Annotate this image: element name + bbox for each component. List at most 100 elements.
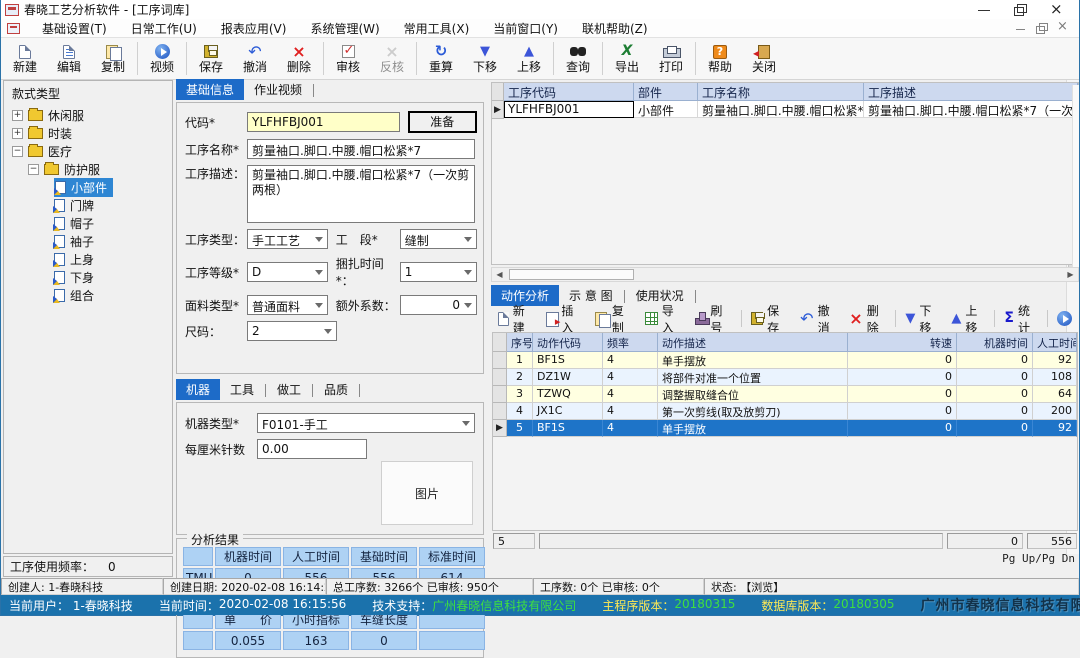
menu-current-window[interactable]: 当前窗口(Y): [481, 18, 570, 39]
mdi-restore-icon[interactable]: [1035, 23, 1048, 34]
menu-basic-settings[interactable]: 基础设置(T): [30, 18, 119, 39]
fabric-type-label: 面料类型*: [185, 297, 247, 314]
new-button[interactable]: 新建: [3, 39, 47, 78]
tree-item-small-parts[interactable]: 小部件: [8, 178, 172, 196]
action-play-button[interactable]: [1052, 309, 1077, 328]
tab-machine[interactable]: 机器: [176, 379, 220, 400]
print-icon: [663, 43, 679, 60]
tree-item-doorplate[interactable]: 门牌: [8, 196, 172, 214]
restore-icon[interactable]: [1013, 4, 1027, 16]
mdi-close-icon[interactable]: [1056, 23, 1069, 34]
undo-button[interactable]: ↶撤消: [233, 39, 277, 78]
menu-reports[interactable]: 报表应用(V): [209, 18, 299, 39]
mdi-child-icon: [7, 23, 20, 34]
process-name-field[interactable]: 剪量袖口.脚口.中腰.帽口松紧*7: [247, 139, 475, 159]
hscroll-thumb[interactable]: [509, 269, 634, 280]
menu-help[interactable]: 联机帮助(Z): [570, 18, 660, 39]
action-row-selected[interactable]: ▶ 5BF1S4单手摆放0092: [493, 420, 1077, 437]
tech-support: 技术支持：广州春晓信息科技有限公司: [372, 597, 576, 614]
tree-item-hat[interactable]: 帽子: [8, 214, 172, 232]
col-part[interactable]: 部件: [634, 83, 698, 101]
toolbar-separator: [553, 42, 554, 75]
fabric-type-select[interactable]: 普通面料: [247, 295, 328, 315]
tab-quality[interactable]: 品质: [314, 379, 358, 400]
help-button[interactable]: ?帮助: [698, 39, 742, 78]
audit-button[interactable]: 审核: [326, 39, 370, 78]
stage-select[interactable]: 缝制: [400, 229, 477, 249]
edit-button[interactable]: 编辑: [47, 39, 91, 78]
process-desc-field[interactable]: 剪量袖口.脚口.中腰.帽口松紧*7（一次剪两根）: [247, 165, 475, 223]
action-row[interactable]: 3TZWQ4调整握取缝合位0064: [493, 386, 1077, 403]
tab-work-video[interactable]: 作业视频: [244, 79, 312, 100]
col-process-code[interactable]: 工序代码: [504, 83, 634, 101]
move-up-icon: ▲: [524, 43, 534, 60]
code-field[interactable]: YLFHFBJ001: [247, 112, 400, 132]
tree-item-lower-body[interactable]: 下身: [8, 268, 172, 286]
move-up-button[interactable]: ▲上移: [507, 39, 551, 78]
usage-frequency-label: 工序使用频率：: [10, 558, 94, 575]
video-button[interactable]: 视频: [140, 39, 184, 78]
process-type-select[interactable]: 手工工艺: [247, 229, 328, 249]
detail-tabs: 基础信息 作业视频: [176, 80, 488, 100]
window-title: 春晓工艺分析软件 - [工序词库]: [24, 1, 189, 18]
expand-icon[interactable]: [12, 110, 23, 121]
grade-select[interactable]: D: [247, 262, 328, 282]
tree-item-fashion[interactable]: 时装: [8, 124, 172, 142]
delete-button[interactable]: ×删除: [277, 39, 321, 78]
expand-icon[interactable]: [12, 128, 23, 139]
mdi-minimize-icon[interactable]: [1014, 23, 1027, 34]
menu-daily-work[interactable]: 日常工作(U): [119, 18, 209, 39]
tree-item-casual[interactable]: 休闲服: [8, 106, 172, 124]
bundle-time-select[interactable]: 1: [400, 262, 477, 282]
tree-item-protective[interactable]: 防护服: [8, 160, 172, 178]
collapse-icon[interactable]: [12, 146, 23, 157]
tab-tools[interactable]: 工具: [220, 379, 264, 400]
tab-basic-info[interactable]: 基础信息: [176, 79, 244, 100]
tree-item-medical[interactable]: 医疗: [8, 142, 172, 160]
export-button[interactable]: X导出: [605, 39, 649, 78]
tree-item-sleeve[interactable]: 袖子: [8, 232, 172, 250]
leaf-icon: [54, 199, 65, 212]
tree-item-upper-body[interactable]: 上身: [8, 250, 172, 268]
row-selector-icon: ▶: [493, 420, 507, 437]
size-select[interactable]: 2: [247, 321, 337, 341]
close-icon[interactable]: [1049, 4, 1063, 16]
save-button[interactable]: 保存: [189, 39, 233, 78]
action-row[interactable]: 4JX1C4第一次剪线(取及放剪刀)00200: [493, 403, 1077, 420]
row-selector-icon: ▶: [492, 101, 504, 119]
stitch-count-field[interactable]: 0.00: [257, 439, 367, 459]
move-down-button[interactable]: ▼下移: [463, 39, 507, 78]
scroll-right-icon[interactable]: ▶: [1063, 268, 1078, 281]
action-summary-row: 5 0 556: [492, 532, 1078, 550]
col-process-desc[interactable]: 工序描述: [864, 83, 1078, 101]
recalculate-icon: ↻: [435, 43, 448, 60]
print-button[interactable]: 打印: [649, 39, 693, 78]
col-process-name[interactable]: 工序名称: [698, 83, 864, 101]
action-row[interactable]: 1BF1S4单手摆放0092: [493, 352, 1077, 369]
new-icon: [498, 312, 509, 326]
leaf-icon: [54, 271, 65, 284]
unaudit-button: ×反核: [370, 39, 414, 78]
extra-factor-select[interactable]: 0: [400, 295, 477, 315]
search-icon: [570, 43, 586, 60]
minimize-icon[interactable]: [977, 4, 991, 16]
scroll-left-icon[interactable]: ◀: [492, 268, 507, 281]
menu-system[interactable]: 系统管理(W): [298, 18, 391, 39]
tab-workmanship[interactable]: 做工: [267, 379, 311, 400]
prepare-button[interactable]: 准备: [408, 111, 477, 133]
process-table-row[interactable]: ▶ YLFHFBJ001 小部件 剪量袖口.脚口.中腰.帽口松紧*7 剪量袖口.…: [492, 101, 1078, 119]
recalculate-button[interactable]: ↻重算: [419, 39, 463, 78]
size-label: 尺码：: [185, 323, 247, 340]
copy-button[interactable]: 复制: [91, 39, 135, 78]
tree-item-combo[interactable]: 组合: [8, 286, 172, 304]
collapse-icon[interactable]: [28, 164, 39, 175]
basic-info-form: 代码* YLFHFBJ001 准备 工序名称* 剪量袖口.脚口.中腰.帽口松紧*…: [176, 102, 484, 374]
process-table-hscrollbar[interactable]: ◀ ▶: [491, 267, 1079, 282]
col-labor-time: 人工时间: [283, 547, 349, 566]
menu-tools[interactable]: 常用工具(X): [392, 18, 482, 39]
search-button[interactable]: 查询: [556, 39, 600, 78]
action-row[interactable]: 2DZ1W4将部件对准一个位置00108: [493, 369, 1077, 386]
process-table-vscrollbar[interactable]: [1072, 85, 1079, 268]
close-app-button[interactable]: 关闭: [742, 39, 786, 78]
machine-type-select[interactable]: F0101-手工: [257, 413, 475, 433]
